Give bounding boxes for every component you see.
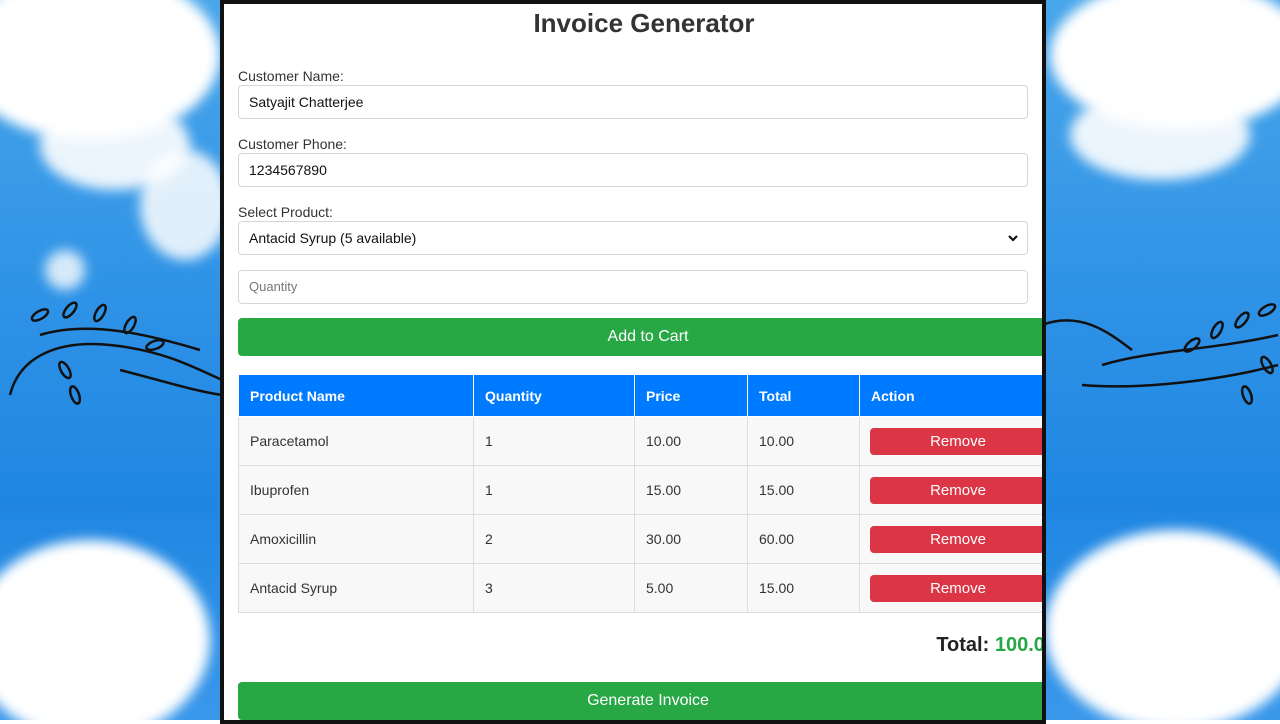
cell-product: Paracetamol (238, 416, 474, 466)
header-product-name: Product Name (238, 374, 474, 417)
customer-name-label: Customer Name: (238, 68, 344, 84)
cloud (1045, 530, 1280, 720)
cell-action: Remove (859, 465, 1042, 515)
remove-button[interactable]: Remove (870, 574, 1042, 602)
table-row: Antacid Syrup 3 5.00 15.00 Remove (238, 563, 1042, 613)
product-select[interactable]: Antacid Syrup (5 available) (238, 221, 1028, 255)
vine-right-ornament (1042, 303, 1279, 405)
cell-product: Antacid Syrup (238, 563, 474, 613)
select-product-label: Select Product: (238, 204, 333, 220)
table-row: Amoxicillin 2 30.00 60.00 Remove (238, 514, 1042, 564)
cell-product: Amoxicillin (238, 514, 474, 564)
cloud (140, 150, 230, 260)
header-total: Total (747, 374, 860, 417)
grand-total: Total: 100.00 (936, 634, 1045, 657)
cloud (1070, 90, 1250, 180)
table-header-row: Product Name Quantity Price Total Action (238, 374, 1042, 417)
generate-invoice-button[interactable]: Generate Invoice (238, 682, 1042, 720)
cloud (45, 250, 85, 290)
chevron-down-icon (1008, 235, 1018, 242)
page-title: Invoice Generator (533, 8, 755, 38)
customer-name-input[interactable]: Satyajit Chatterjee (238, 85, 1028, 119)
table-row: Paracetamol 1 10.00 10.00 Remove (238, 416, 1042, 466)
customer-phone-input[interactable]: 1234567890 (238, 153, 1028, 187)
header-quantity: Quantity (473, 374, 635, 417)
cell-quantity: 1 (473, 465, 635, 515)
cell-quantity: 1 (473, 416, 635, 466)
total-label: Total: (936, 634, 990, 656)
cell-price: 10.00 (634, 416, 748, 466)
cloud (0, 540, 210, 720)
header-price: Price (634, 374, 748, 417)
cell-price: 30.00 (634, 514, 748, 564)
cell-action: Remove (859, 416, 1042, 466)
remove-button[interactable]: Remove (870, 427, 1042, 455)
remove-button[interactable]: Remove (870, 525, 1042, 553)
cell-action: Remove (859, 514, 1042, 564)
cell-total: 15.00 (747, 465, 860, 515)
vine-left-ornament (8, 301, 223, 405)
cell-quantity: 3 (473, 563, 635, 613)
quantity-input[interactable]: Quantity (238, 270, 1028, 304)
add-to-cart-button[interactable]: Add to Cart (238, 318, 1042, 356)
product-select-value: Antacid Syrup (5 available) (249, 230, 417, 246)
cart-table: Product Name Quantity Price Total Action… (238, 374, 1042, 613)
customer-phone-label: Customer Phone: (238, 136, 347, 152)
remove-button[interactable]: Remove (870, 476, 1042, 504)
cell-price: 5.00 (634, 563, 748, 613)
cell-quantity: 2 (473, 514, 635, 564)
cell-price: 15.00 (634, 465, 748, 515)
cell-total: 15.00 (747, 563, 860, 613)
invoice-panel: Invoice Generator Customer Name: Satyaji… (220, 0, 1046, 724)
cell-total: 60.00 (747, 514, 860, 564)
cell-product: Ibuprofen (238, 465, 474, 515)
table-row: Ibuprofen 1 15.00 15.00 Remove (238, 465, 1042, 515)
cell-action: Remove (859, 563, 1042, 613)
header-action: Action (859, 374, 1042, 417)
total-amount: 100.00 (994, 634, 1045, 656)
cell-total: 10.00 (747, 416, 860, 466)
